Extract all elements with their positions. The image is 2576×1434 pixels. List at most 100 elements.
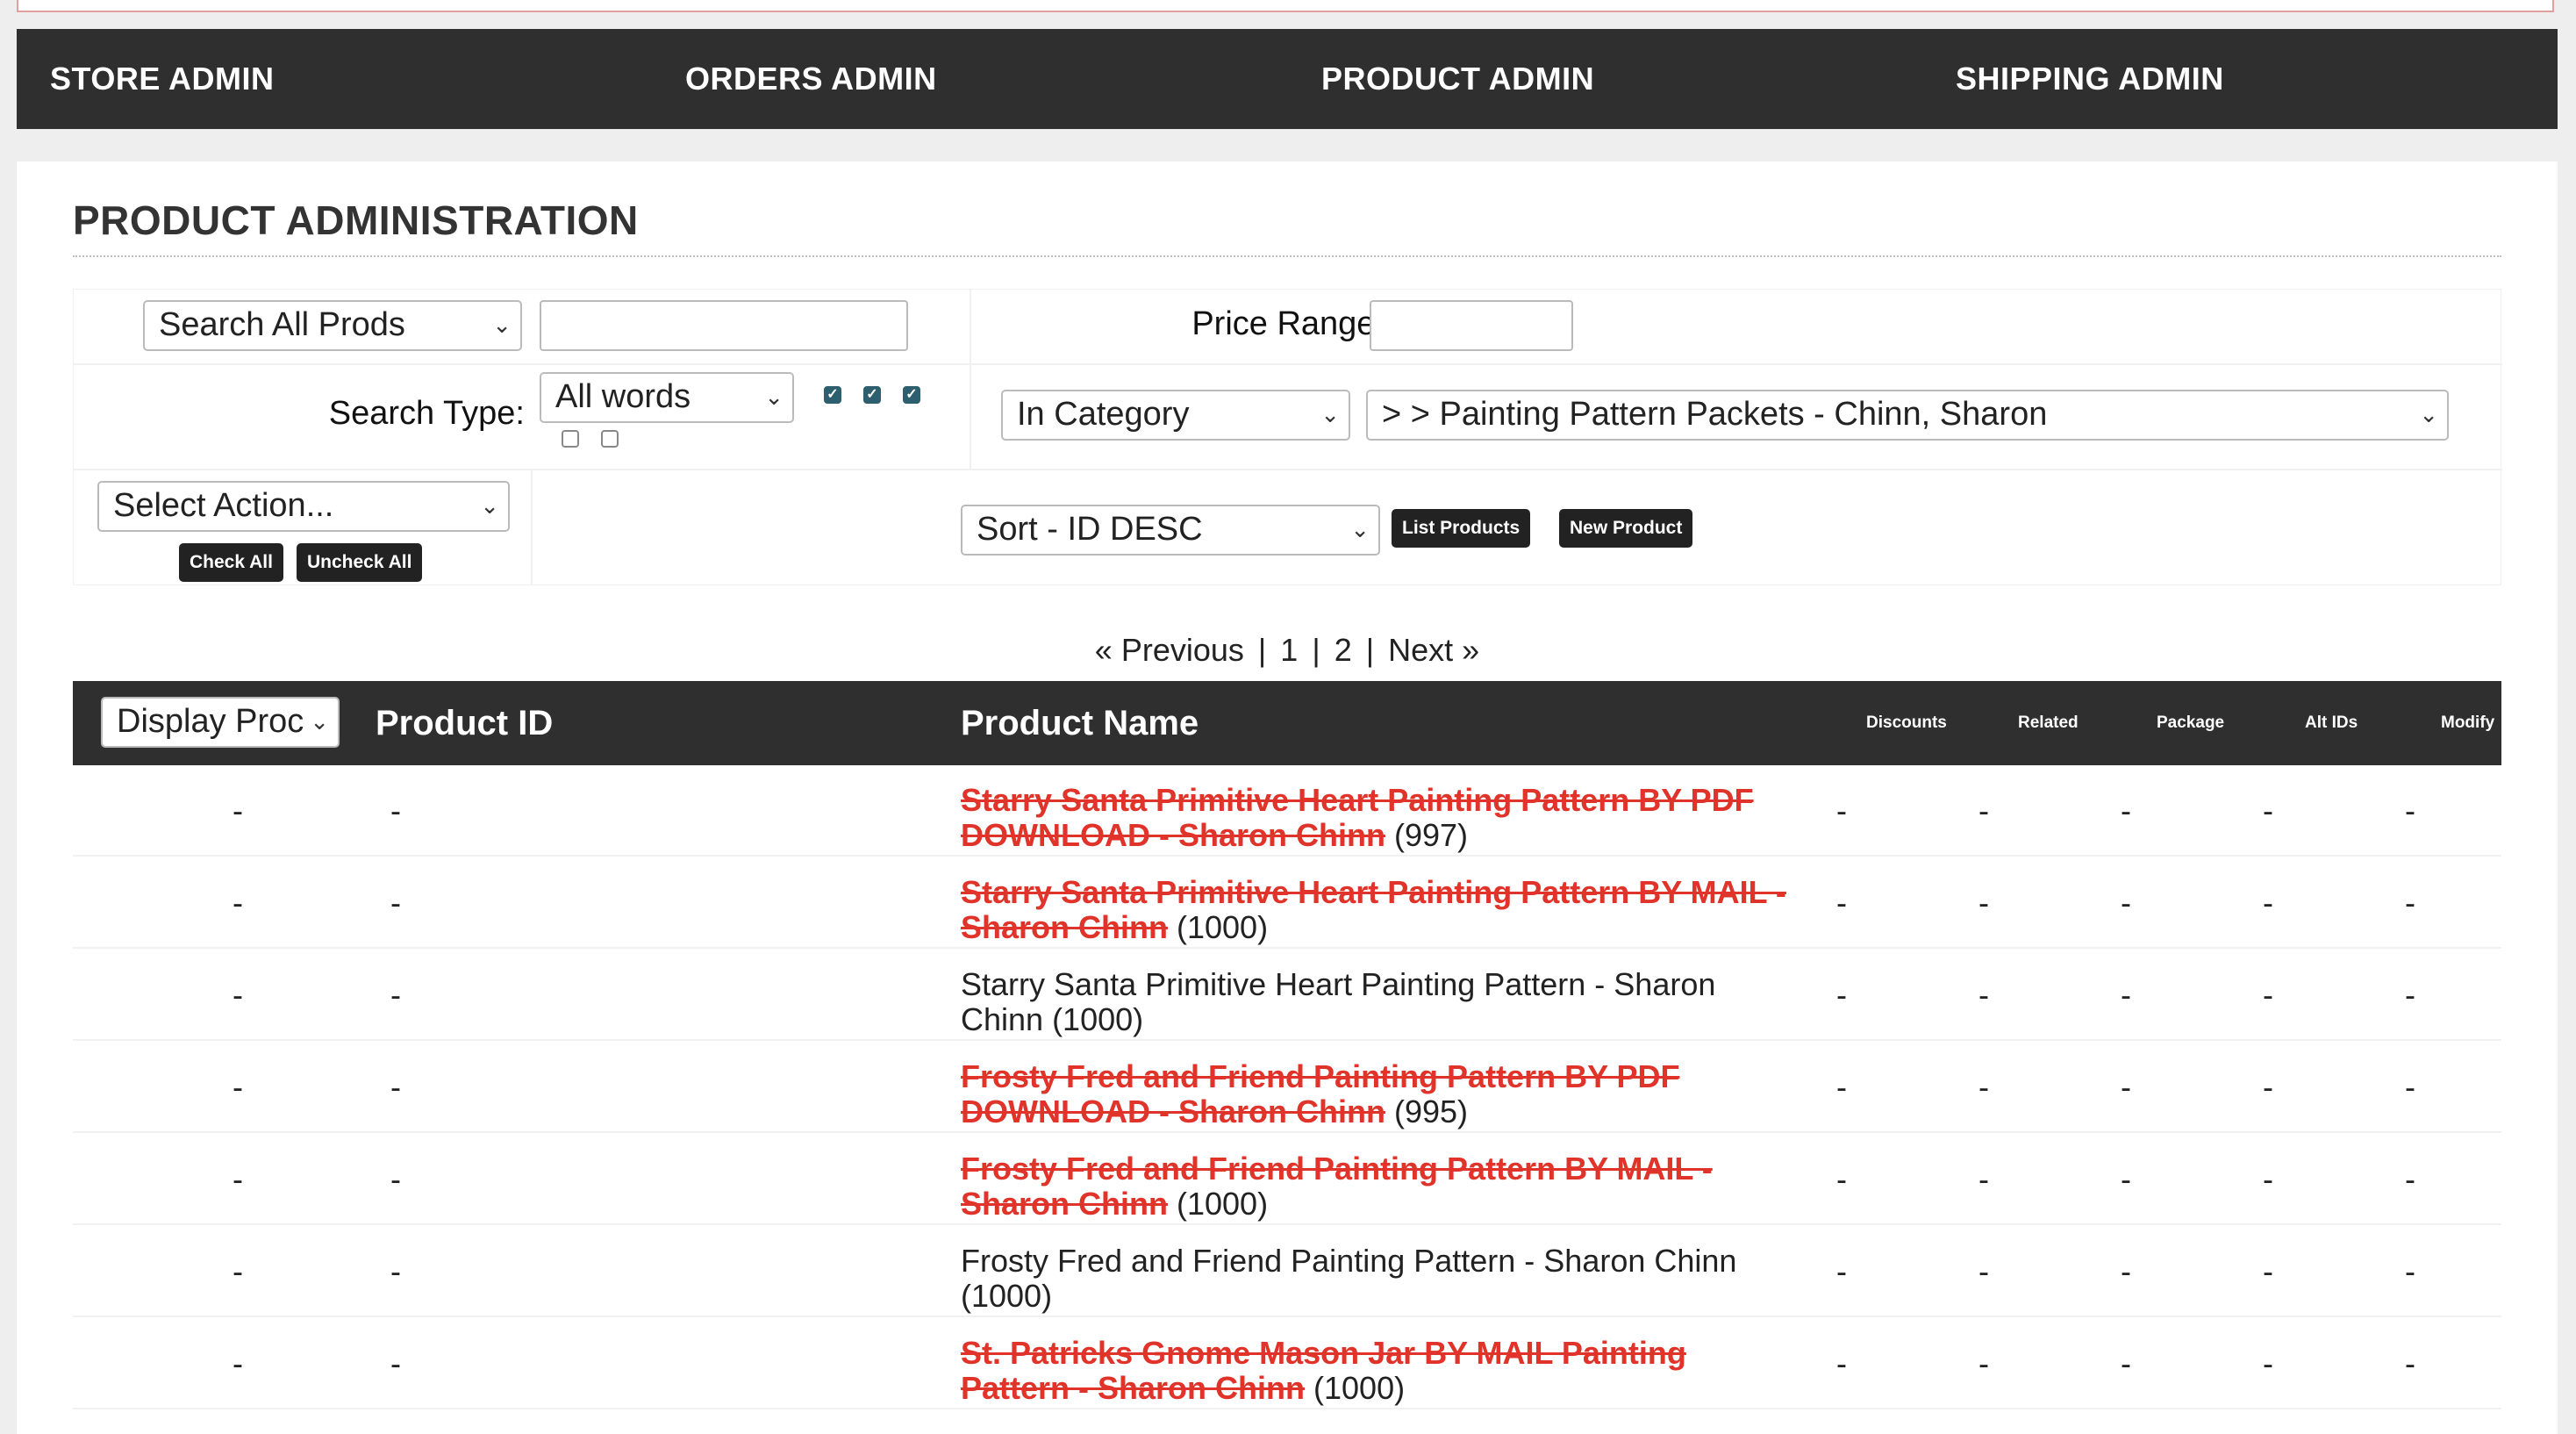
category-mode-value: In Category <box>1017 396 1190 433</box>
search-field-checkbox[interactable]: ✓ <box>863 386 881 404</box>
product-quantity: (1000) <box>961 1278 1053 1314</box>
top-alert-bar <box>17 0 2554 12</box>
alt-ids-cell: - <box>2263 1069 2273 1105</box>
package-cell: - <box>2121 1161 2131 1197</box>
page-1-link[interactable]: 1 <box>1280 632 1298 668</box>
new-product-button[interactable]: New Product <box>1559 509 1693 548</box>
page-2-link[interactable]: 2 <box>1335 632 1352 668</box>
related-cell: - <box>1979 885 1989 921</box>
product-name-link[interactable]: Frosty Fred and Friend Painting Pattern … <box>961 1243 1736 1279</box>
product-id-cell: - <box>390 1345 401 1381</box>
search-scope-select[interactable]: Search All Prods ⌄ <box>143 300 522 351</box>
product-name-cell: Frosty Fred and Friend Painting Pattern … <box>961 1244 1803 1314</box>
modify-cell: - <box>2405 977 2415 1013</box>
alt-ids-cell: - <box>2263 1345 2273 1381</box>
modify-cell: - <box>2405 1069 2415 1105</box>
table-row: - - - - - - - Frosty Fred and Friend Painting P… <box>73 1226 2501 1317</box>
product-name-cell: St. Patricks Gnome Mason Jar BY MAIL Pai… <box>961 1336 1803 1406</box>
sort-value: Sort - ID DESC <box>977 511 1203 548</box>
table-row: - - - - - - - Starry Santa Primitive Heart Pain… <box>73 857 2501 949</box>
product-quantity: (1000) <box>1305 1370 1406 1406</box>
category-select[interactable]: > > Painting Pattern Packets - Chinn, Sh… <box>1366 390 2449 441</box>
modify-cell: - <box>2405 792 2415 828</box>
filter-form: Search All Prods ⌄ Price Range: Search T… <box>73 289 2502 585</box>
admin-nav-bar: STORE ADMIN ORDERS ADMIN PRODUCT ADMIN S… <box>17 29 2558 129</box>
related-cell: - <box>1979 1069 1989 1105</box>
package-cell: - <box>2121 1069 2131 1105</box>
display-select-value: Display Proc <box>117 703 304 740</box>
products-table-header: Display Proc ⌄ Product ID Product Name D… <box>73 681 2501 765</box>
category-mode-select[interactable]: In Category ⌄ <box>1001 390 1350 441</box>
checkbox-cell: - <box>233 1253 243 1289</box>
related-cell: - <box>1979 792 1989 828</box>
product-name-link[interactable]: Frosty Fred and Friend Painting Pattern … <box>961 1151 1713 1222</box>
uncheck-all-button[interactable]: Uncheck All <box>297 543 423 582</box>
product-name-link[interactable]: Frosty Fred and Friend Painting Pattern … <box>961 1058 1679 1129</box>
alt-ids-cell: - <box>2263 977 2273 1013</box>
nav-shipping-admin[interactable]: SHIPPING ADMIN <box>1956 29 2224 129</box>
checkbox-cell: - <box>233 885 243 921</box>
product-name-cell: Starry Santa Primitive Heart Painting Pa… <box>961 875 1803 945</box>
header-product-name[interactable]: Product Name <box>961 681 1199 765</box>
nav-product-admin[interactable]: PRODUCT ADMIN <box>1321 29 1594 129</box>
next-link[interactable]: Next <box>1388 632 1453 668</box>
search-field-checkbox[interactable]: ✓ <box>824 386 841 404</box>
title-divider <box>73 255 2501 257</box>
discounts-cell: - <box>1836 885 1847 921</box>
search-type-select[interactable]: All words ⌄ <box>540 372 794 423</box>
discounts-cell: - <box>1836 1345 1847 1381</box>
table-row: - - - - - - - St. Patricks Gnome Mason Jar BY M… <box>73 1318 2501 1409</box>
package-cell: - <box>2121 977 2131 1013</box>
nav-orders-admin[interactable]: ORDERS ADMIN <box>685 29 937 129</box>
product-name-cell: Frosty Fred and Friend Painting Pattern … <box>961 1151 1803 1222</box>
product-admin-panel: PRODUCT ADMINISTRATION Search All Prods … <box>17 161 2558 1434</box>
list-products-button[interactable]: List Products <box>1392 509 1531 548</box>
checkbox-cell: - <box>233 1161 243 1197</box>
modify-cell: - <box>2405 1345 2415 1381</box>
pagination-separator: | <box>1312 632 1320 668</box>
previous-link[interactable]: Previous <box>1121 632 1244 668</box>
search-field-checkbox[interactable] <box>601 430 619 448</box>
chevron-down-icon: ⌄ <box>1320 401 1340 427</box>
product-name-link[interactable]: Starry Santa Primitive Heart Painting Pa… <box>961 782 1754 853</box>
search-field-checkbox[interactable] <box>562 430 579 448</box>
bulk-action-select[interactable]: Select Action... ⌄ <box>97 481 510 532</box>
display-select[interactable]: Display Proc ⌄ <box>101 697 340 748</box>
search-scope-value: Search All Prods <box>159 306 405 343</box>
nav-store-admin[interactable]: STORE ADMIN <box>50 29 275 129</box>
page-title: PRODUCT ADMINISTRATION <box>73 197 639 243</box>
price-range-input[interactable] <box>1370 300 1573 351</box>
related-cell: - <box>1979 1161 1989 1197</box>
previous-icon[interactable]: « <box>1095 632 1113 668</box>
related-cell: - <box>1979 1253 1989 1289</box>
search-field-checkbox[interactable]: ✓ <box>903 386 920 404</box>
chevron-down-icon: ⌄ <box>2419 401 2438 427</box>
header-product-id[interactable]: Product ID <box>376 681 553 765</box>
discounts-cell: - <box>1836 1253 1847 1289</box>
product-id-cell: - <box>390 1253 401 1289</box>
header-discounts: Discounts <box>1866 713 1947 732</box>
next-icon[interactable]: » <box>1462 632 1479 668</box>
filter-divider <box>531 470 533 584</box>
sort-select[interactable]: Sort - ID DESC ⌄ <box>961 505 1380 556</box>
alt-ids-cell: - <box>2263 1161 2273 1197</box>
check-all-button[interactable]: Check All <box>179 543 283 582</box>
header-modify: Modify <box>2441 713 2495 732</box>
discounts-cell: - <box>1836 1069 1847 1105</box>
search-input[interactable] <box>540 300 908 351</box>
filter-divider <box>74 363 2502 365</box>
checkbox-cell: - <box>233 1345 243 1381</box>
header-alt-ids: Alt IDs <box>2305 713 2358 732</box>
modify-cell: - <box>2405 885 2415 921</box>
product-id-cell: - <box>390 1161 401 1197</box>
price-range-label: Price Range: <box>1191 305 1385 342</box>
related-cell: - <box>1979 1345 1989 1381</box>
product-id-cell: - <box>390 885 401 921</box>
product-quantity: (1000) <box>1168 1186 1269 1222</box>
product-id-cell: - <box>390 1069 401 1105</box>
product-name-link[interactable]: Starry Santa Primitive Heart Painting Pa… <box>961 874 1786 945</box>
search-type-label: Search Type: <box>328 395 525 432</box>
pagination-separator: | <box>1257 632 1267 668</box>
package-cell: - <box>2121 885 2131 921</box>
table-row: - - - - - - - Frosty Fred and Friend Painting P… <box>73 1042 2501 1133</box>
